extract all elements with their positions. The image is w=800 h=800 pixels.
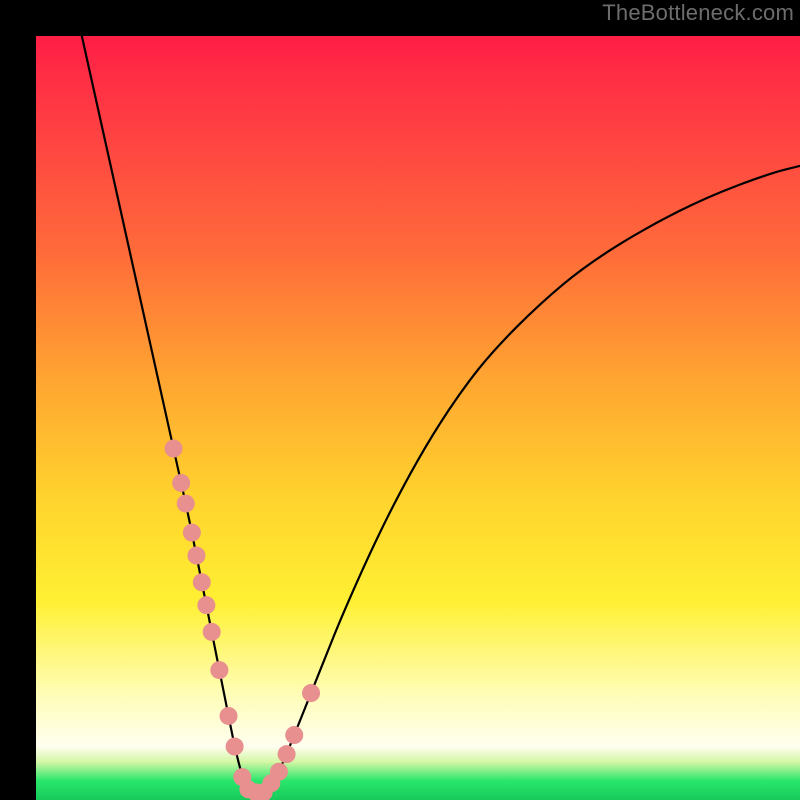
data-bead [165, 440, 183, 458]
bottleneck-curve [82, 36, 800, 792]
data-beads [165, 440, 321, 800]
chart-frame [18, 18, 782, 782]
data-bead [226, 738, 244, 756]
data-bead [172, 474, 190, 492]
data-bead [203, 623, 221, 641]
data-bead [187, 547, 205, 565]
plot-area [36, 36, 800, 800]
data-bead [270, 763, 288, 781]
data-bead [285, 726, 303, 744]
data-bead [210, 661, 228, 679]
data-bead [183, 524, 201, 542]
data-bead [220, 707, 238, 725]
chart-svg [36, 36, 800, 800]
data-bead [197, 596, 215, 614]
data-bead [302, 684, 320, 702]
watermark-text: TheBottleneck.com [602, 0, 794, 26]
data-bead [278, 745, 296, 763]
data-bead [177, 495, 195, 513]
data-bead [193, 573, 211, 591]
